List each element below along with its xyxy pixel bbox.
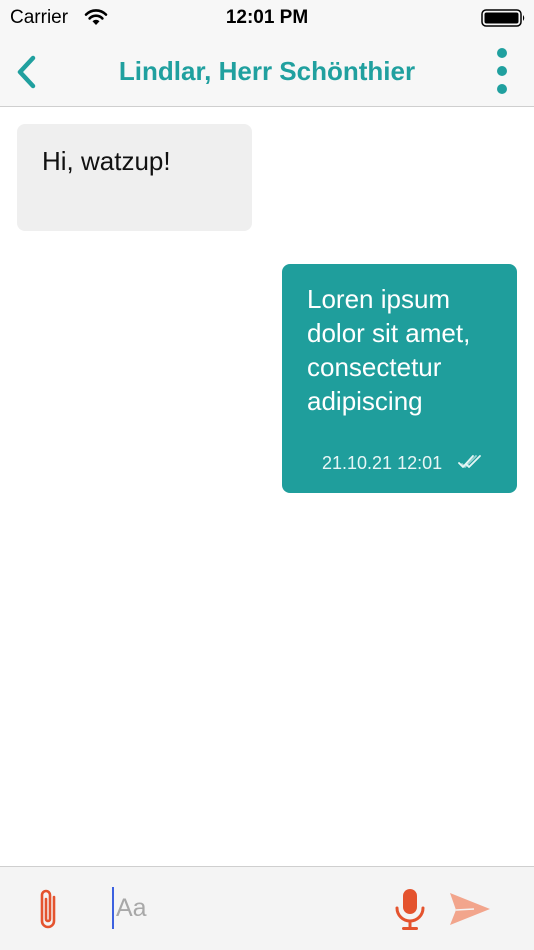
navigation-bar: Lindlar, Herr Schönthier	[0, 36, 534, 107]
status-bar: Carrier 12:01 PM	[0, 0, 534, 36]
status-time: 12:01 PM	[225, 7, 309, 28]
message-text: Hi, watzup!	[42, 146, 171, 176]
chevron-left-icon	[17, 55, 36, 89]
back-button[interactable]	[8, 50, 48, 94]
more-options-button[interactable]	[486, 46, 518, 96]
incoming-message-bubble[interactable]: Hi, watzup!	[17, 124, 252, 231]
microphone-icon	[395, 889, 425, 930]
more-vertical-icon-dot	[497, 84, 507, 94]
more-vertical-icon	[497, 48, 507, 58]
double-check-icon	[458, 455, 481, 468]
message-text: Loren ipsum dolor sit amet, consectetur …	[307, 284, 471, 416]
send-icon	[450, 893, 490, 925]
paperclip-icon	[40, 889, 56, 929]
chat-title: Lindlar, Herr Schönthier	[118, 56, 416, 86]
chat-screen: Carrier 12:01 PM Lindlar, Herr Schönthie…	[0, 0, 534, 950]
battery-icon	[481, 9, 525, 27]
send-button[interactable]	[448, 889, 492, 929]
microphone-button[interactable]	[392, 885, 428, 935]
more-vertical-icon-dot	[497, 66, 507, 76]
outgoing-message-bubble[interactable]: Loren ipsum dolor sit amet, consectetur …	[282, 264, 517, 493]
message-composer	[0, 866, 534, 950]
attach-button[interactable]	[32, 887, 68, 933]
message-timestamp: 21.10.21 12:01	[322, 453, 443, 473]
message-input[interactable]	[112, 887, 362, 929]
